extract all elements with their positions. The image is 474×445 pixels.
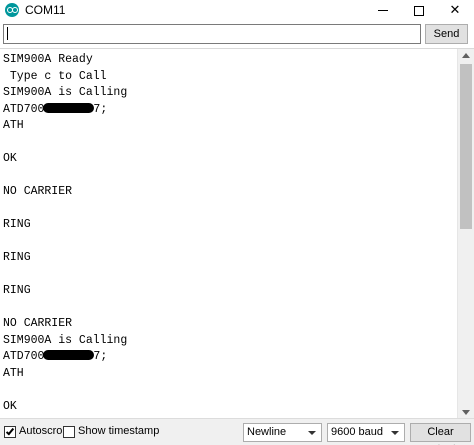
output-line: OK <box>3 399 17 413</box>
output-line: SIM900A Ready <box>3 53 93 66</box>
chevron-down-icon <box>391 431 399 435</box>
window-title: COM11 <box>25 3 66 17</box>
close-button[interactable]: ✕ <box>436 0 474 21</box>
line-ending-value: Newline <box>247 426 287 438</box>
output-line-suffix: 7; <box>93 102 108 116</box>
output-line: NO CARRIER <box>3 185 73 198</box>
maximize-button[interactable] <box>400 0 438 21</box>
output-line: ATD700 7; <box>3 102 453 119</box>
checkmark-icon <box>5 426 15 436</box>
text-caret <box>7 27 8 40</box>
minimize-button[interactable] <box>364 0 402 21</box>
send-row: Send <box>0 21 474 48</box>
minimize-icon <box>378 10 388 12</box>
scroll-thumb[interactable] <box>460 64 472 229</box>
footer-bar: Autoscroll Show timestamp Newline 9600 b… <box>0 418 474 445</box>
close-icon: ✕ <box>449 2 461 17</box>
timestamp-label[interactable]: Show timestamp <box>78 425 159 437</box>
output-line: SIM900A is Calling <box>3 86 128 99</box>
scroll-up-arrow-icon[interactable] <box>462 53 470 58</box>
output-line: ATH <box>3 366 24 380</box>
output-line: RING <box>3 251 31 264</box>
output-line-prefix: ATD700 <box>3 350 45 363</box>
arduino-icon <box>5 3 19 17</box>
redaction-mark <box>43 350 95 360</box>
output-line-suffix: 7; <box>93 350 108 363</box>
redaction-mark <box>43 102 95 113</box>
scroll-down-arrow-icon[interactable] <box>462 410 470 415</box>
output-line: NO CARRIER <box>3 317 73 330</box>
serial-input[interactable] <box>3 24 421 44</box>
timestamp-checkbox[interactable] <box>63 426 75 438</box>
serial-output[interactable]: SIM900A Ready Type c to Call SIM900A is C… <box>0 48 474 418</box>
output-line: ATD700 7; <box>3 349 453 366</box>
output-text: SIM900A Ready Type c to Call SIM900A is C… <box>3 52 453 415</box>
clear-output-button[interactable]: Clear output <box>410 423 471 445</box>
vertical-scrollbar[interactable] <box>457 49 474 418</box>
output-line: Type c to Call <box>3 69 107 83</box>
baud-rate-select[interactable]: 9600 baud <box>327 423 405 442</box>
output-line-prefix: ATD700 <box>3 102 45 116</box>
line-ending-select[interactable]: Newline <box>243 423 322 442</box>
output-line: SIM900A is Calling <box>3 333 128 347</box>
chevron-down-icon <box>308 431 316 435</box>
autoscroll-label[interactable]: Autoscroll <box>19 425 67 437</box>
baud-rate-value: 9600 baud <box>331 426 383 438</box>
title-bar: COM11 ✕ <box>0 0 474 21</box>
send-button[interactable]: Send <box>425 24 468 44</box>
output-line: RING <box>3 284 31 297</box>
autoscroll-checkbox[interactable] <box>4 426 16 438</box>
output-line: ATH <box>3 119 24 132</box>
output-line: RING <box>3 218 31 231</box>
output-line: OK <box>3 152 17 165</box>
maximize-icon <box>414 5 424 16</box>
